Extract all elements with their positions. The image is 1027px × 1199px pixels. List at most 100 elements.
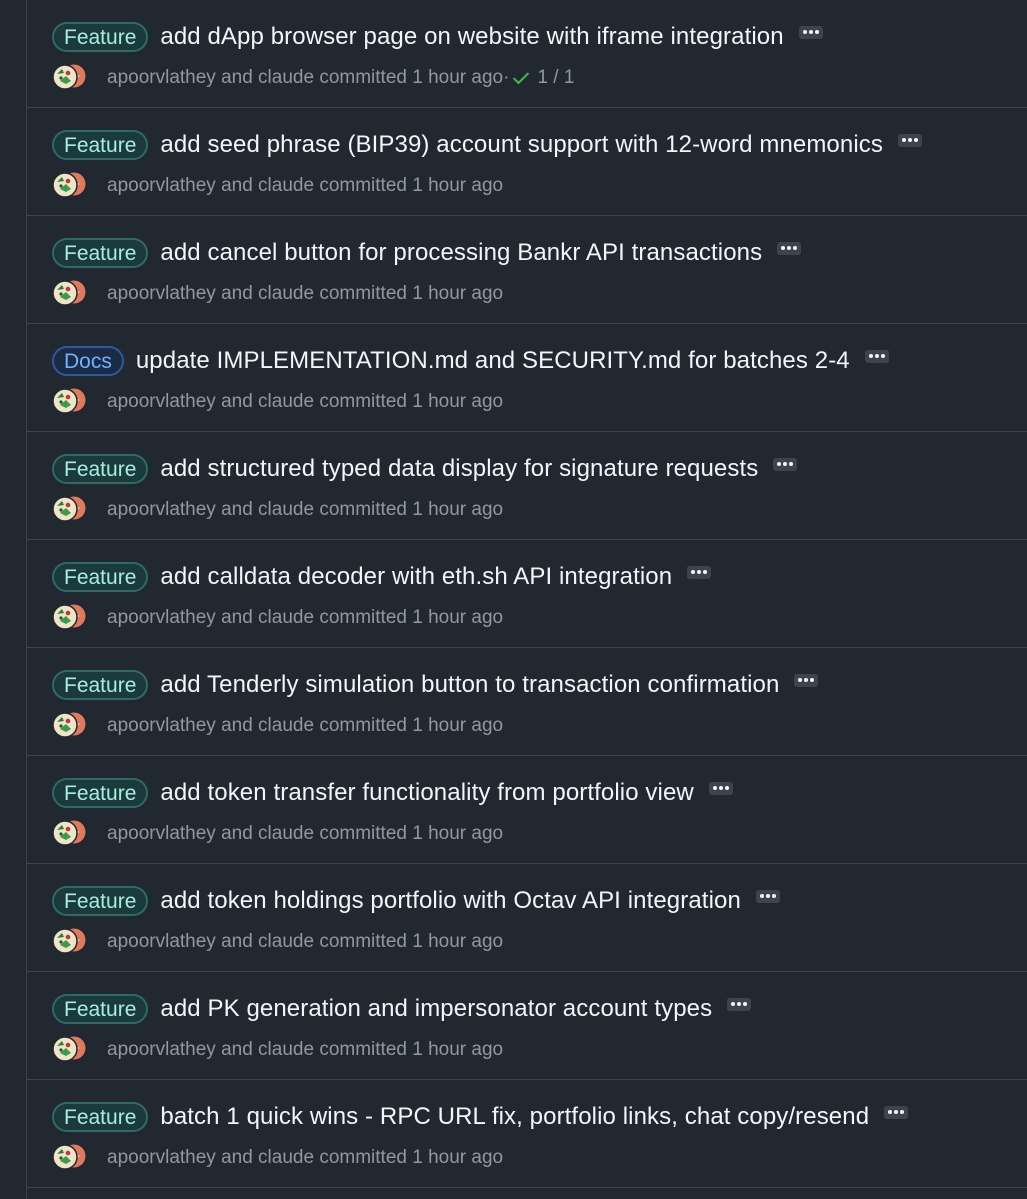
commit-header: Feature add cancel button for processing… <box>52 238 802 268</box>
commit-title-link[interactable]: add token transfer functionality from po… <box>160 779 693 807</box>
commit-type-badge[interactable]: Feature <box>52 778 149 808</box>
check-icon[interactable] <box>511 68 531 88</box>
avatar-stack[interactable] <box>52 712 88 740</box>
timeline-rail <box>0 0 27 1199</box>
avatar-icon <box>52 172 78 198</box>
commit-row: Feature batch 1 quick wins - RPC URL fix… <box>27 1080 1027 1188</box>
kebab-horizontal-icon[interactable] <box>777 241 802 255</box>
commit-row: Feature add PK generation and impersonat… <box>27 972 1027 1080</box>
commit-meta: apoorvlathey and claude committed 1 hour… <box>107 607 504 628</box>
commit-title-link[interactable]: add token holdings portfolio with Octav … <box>160 887 741 915</box>
kebab-horizontal-icon[interactable] <box>755 889 780 903</box>
commit-title-link[interactable]: add PK generation and impersonator accou… <box>160 995 712 1023</box>
avatar-stack[interactable] <box>52 64 88 92</box>
avatar-stack[interactable] <box>52 928 88 956</box>
commit-meta: apoorvlathey and claude committed 1 hour… <box>107 1147 504 1168</box>
commit-header: Feature add structured typed data displa… <box>52 454 798 484</box>
kebab-horizontal-icon[interactable] <box>773 457 798 471</box>
avatar-stack[interactable] <box>52 388 88 416</box>
check-status-count[interactable]: 1 / 1 <box>537 67 574 89</box>
kebab-horizontal-icon[interactable] <box>884 1105 909 1119</box>
commit-header: Docs update IMPLEMENTATION.md and SECURI… <box>52 346 889 376</box>
avatar-icon <box>52 604 78 630</box>
commit-meta-row: apoorvlathey and claude committed 1 hour… <box>52 64 574 92</box>
commit-meta-row: apoorvlathey and claude committed 1 hour… <box>52 1036 503 1064</box>
avatar-icon <box>52 928 78 954</box>
commit-row: Docs update IMPLEMENTATION.md and SECURI… <box>27 324 1027 432</box>
commit-type-badge[interactable]: Feature <box>52 1102 149 1132</box>
commit-meta-row: apoorvlathey and claude committed 1 hour… <box>52 172 503 200</box>
commit-meta: apoorvlathey and claude committed 1 hour… <box>107 67 504 88</box>
kebab-horizontal-icon[interactable] <box>708 781 733 795</box>
kebab-horizontal-icon[interactable] <box>864 349 889 363</box>
avatar-stack[interactable] <box>52 1144 88 1172</box>
commit-meta: apoorvlathey and claude committed 1 hour… <box>107 1039 504 1060</box>
avatar-stack[interactable] <box>52 496 88 524</box>
kebab-horizontal-icon[interactable] <box>897 133 922 147</box>
avatar-icon <box>52 64 78 90</box>
commit-row: Feature add cancel button for processing… <box>27 216 1027 324</box>
avatar-stack[interactable] <box>52 1036 88 1064</box>
commit-title-link[interactable]: add calldata decoder with eth.sh API int… <box>160 563 672 591</box>
commit-title-link[interactable]: add cancel button for processing Bankr A… <box>160 239 762 267</box>
commit-meta-row: apoorvlathey and claude committed 1 hour… <box>52 820 503 848</box>
commit-meta-row: apoorvlathey and claude committed 1 hour… <box>52 388 503 416</box>
commit-type-badge[interactable]: Feature <box>52 670 149 700</box>
commit-row: Feature add Tenderly simulation button t… <box>27 648 1027 756</box>
avatar-icon <box>52 820 78 846</box>
avatar-icon <box>52 712 78 738</box>
commit-meta: apoorvlathey and claude committed 1 hour… <box>107 499 504 520</box>
commit-row: Feature add token transfer functionality… <box>27 756 1027 864</box>
commit-row: Feature add dApp browser page on website… <box>27 0 1027 108</box>
commit-type-badge[interactable]: Feature <box>52 238 149 268</box>
commit-header: Feature add Tenderly simulation button t… <box>52 670 819 700</box>
commit-history-page: Feature add dApp browser page on website… <box>0 0 1027 1199</box>
commit-title-link[interactable]: add Tenderly simulation button to transa… <box>160 671 779 699</box>
commit-title-link[interactable]: add seed phrase (BIP39) account support … <box>160 131 883 159</box>
commit-type-badge[interactable]: Feature <box>52 454 149 484</box>
commit-meta: apoorvlathey and claude committed 1 hour… <box>107 715 504 736</box>
commit-header: Feature add seed phrase (BIP39) account … <box>52 130 922 160</box>
commit-type-badge[interactable]: Feature <box>52 886 149 916</box>
commit-type-badge[interactable]: Feature <box>52 562 149 592</box>
commit-header: Feature add dApp browser page on website… <box>52 22 823 52</box>
kebab-horizontal-icon[interactable] <box>727 997 752 1011</box>
avatar-icon <box>52 388 78 414</box>
avatar-stack[interactable] <box>52 280 88 308</box>
avatar-icon <box>52 1144 78 1170</box>
commit-meta-row: apoorvlathey and claude committed 1 hour… <box>52 928 503 956</box>
commit-header: Feature add PK generation and impersonat… <box>52 994 752 1024</box>
commit-meta: apoorvlathey and claude committed 1 hour… <box>107 391 504 412</box>
meta-separator: · <box>503 67 510 88</box>
commit-row: Feature add structured typed data displa… <box>27 432 1027 540</box>
commit-title-link[interactable]: batch 1 quick wins - RPC URL fix, portfo… <box>160 1103 869 1131</box>
commit-meta: apoorvlathey and claude committed 1 hour… <box>107 175 504 196</box>
commit-meta: apoorvlathey and claude committed 1 hour… <box>107 931 504 952</box>
kebab-horizontal-icon[interactable] <box>794 673 819 687</box>
commit-meta-row: apoorvlathey and claude committed 1 hour… <box>52 604 503 632</box>
kebab-horizontal-icon[interactable] <box>798 25 823 39</box>
commit-type-badge[interactable]: Feature <box>52 130 149 160</box>
commit-title-link[interactable]: add structured typed data display for si… <box>160 455 758 483</box>
commit-meta: apoorvlathey and claude committed 1 hour… <box>107 283 504 304</box>
commit-title-link[interactable]: add dApp browser page on website with if… <box>160 23 783 51</box>
commit-row: Feature add calldata decoder with eth.sh… <box>27 540 1027 648</box>
commit-header: Feature add token transfer functionality… <box>52 778 733 808</box>
commit-meta-row: apoorvlathey and claude committed 1 hour… <box>52 280 503 308</box>
commit-type-badge[interactable]: Feature <box>52 22 149 52</box>
commit-meta-row: apoorvlathey and claude committed 1 hour… <box>52 712 503 740</box>
commit-row: Feature add seed phrase (BIP39) account … <box>27 108 1027 216</box>
commit-type-badge[interactable]: Docs <box>52 346 124 376</box>
commit-type-badge[interactable]: Feature <box>52 994 149 1024</box>
avatar-stack[interactable] <box>52 172 88 200</box>
commit-title-link[interactable]: update IMPLEMENTATION.md and SECURITY.md… <box>136 347 850 375</box>
commit-meta-row: apoorvlathey and claude committed 1 hour… <box>52 1144 503 1172</box>
avatar-icon <box>52 1036 78 1062</box>
avatar-stack[interactable] <box>52 820 88 848</box>
commit-header: Feature add calldata decoder with eth.sh… <box>52 562 712 592</box>
avatar-stack[interactable] <box>52 604 88 632</box>
commit-row: Feature add token holdings portfolio wit… <box>27 864 1027 972</box>
kebab-horizontal-icon[interactable] <box>687 565 712 579</box>
commit-meta: apoorvlathey and claude committed 1 hour… <box>107 823 504 844</box>
commit-list: Feature add dApp browser page on website… <box>27 0 1027 1188</box>
